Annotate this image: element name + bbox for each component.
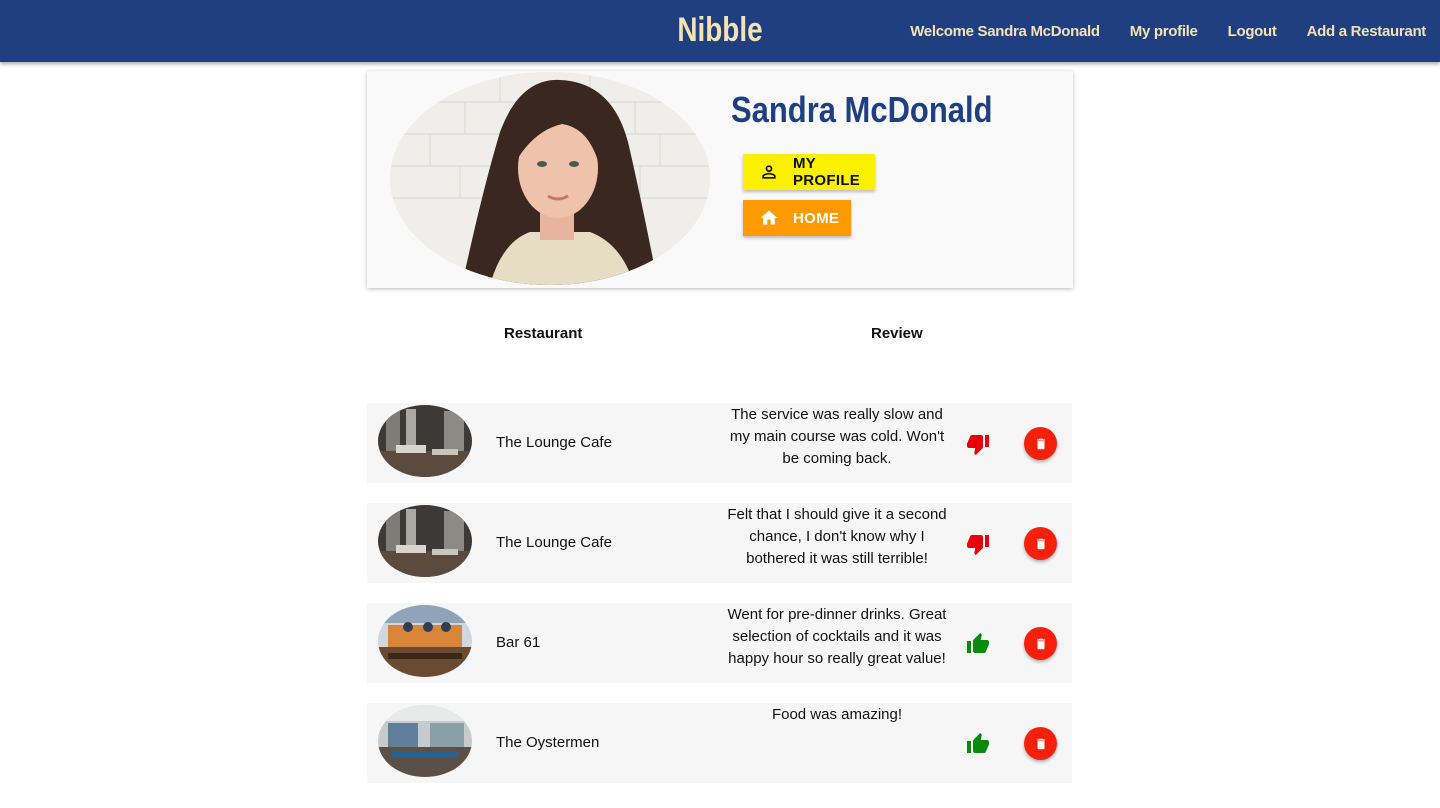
profile-avatar [390, 72, 710, 285]
restaurant-thumbnail [378, 705, 472, 777]
review-row: The Lounge Cafe Felt that I should give … [367, 503, 1072, 583]
review-row: The Oystermen Food was amazing! [367, 703, 1072, 783]
person-icon [759, 162, 779, 182]
thumbs-up-icon [965, 632, 991, 656]
review-column-header: Review [871, 325, 923, 342]
avatar-photo [390, 72, 710, 285]
restaurant-thumbnail [378, 605, 472, 677]
delete-review-button[interactable] [1024, 627, 1057, 660]
nav-links: Welcome Sandra McDonald My profile Logou… [910, 0, 1426, 62]
restaurant-column-header: Restaurant [504, 325, 583, 342]
restaurant-name[interactable]: The Lounge Cafe [496, 534, 612, 551]
restaurant-name[interactable]: The Lounge Cafe [496, 434, 612, 451]
trash-icon [1036, 638, 1045, 649]
nav-add-restaurant-link[interactable]: Add a Restaurant [1307, 23, 1427, 40]
nav-welcome-link[interactable]: Welcome Sandra McDonald [910, 23, 1100, 40]
review-row: The Lounge Cafe The service was really s… [367, 403, 1072, 483]
delete-review-button[interactable] [1024, 527, 1057, 560]
nav-logout-link[interactable]: Logout [1228, 23, 1277, 40]
review-text: Went for pre-dinner drinks. Great select… [727, 606, 947, 667]
thumbs-down-icon [965, 532, 991, 556]
my-profile-button[interactable]: MY PROFILE [743, 154, 875, 190]
review-text: Food was amazing! [771, 706, 903, 723]
home-button-label: HOME [793, 209, 840, 227]
restaurant-thumbnail [378, 405, 472, 477]
home-icon [759, 208, 779, 228]
nav-my-profile-link[interactable]: My profile [1130, 23, 1198, 40]
review-text: The service was really slow and my main … [729, 406, 945, 467]
trash-icon [1036, 438, 1045, 449]
trash-icon [1036, 738, 1045, 749]
top-navbar: Nibble Welcome Sandra McDonald My profil… [0, 0, 1440, 62]
review-text: Felt that I should give it a second chan… [727, 506, 947, 567]
restaurant-name[interactable]: The Oystermen [496, 734, 599, 751]
profile-name: Sandra McDonald [731, 89, 993, 130]
trash-icon [1036, 538, 1045, 549]
review-row: Bar 61 Went for pre-dinner drinks. Great… [367, 603, 1072, 683]
home-button[interactable]: HOME [743, 200, 851, 236]
restaurant-name[interactable]: Bar 61 [496, 634, 540, 651]
brand-logo[interactable]: Nibble [677, 11, 762, 49]
my-profile-button-label: MY PROFILE [793, 155, 861, 189]
thumbs-down-icon [965, 432, 991, 456]
profile-card: Sandra McDonald MY PROFILE HOME [367, 71, 1073, 288]
restaurant-thumbnail [378, 505, 472, 577]
delete-review-button[interactable] [1024, 727, 1057, 760]
delete-review-button[interactable] [1024, 427, 1057, 460]
thumbs-up-icon [965, 732, 991, 756]
